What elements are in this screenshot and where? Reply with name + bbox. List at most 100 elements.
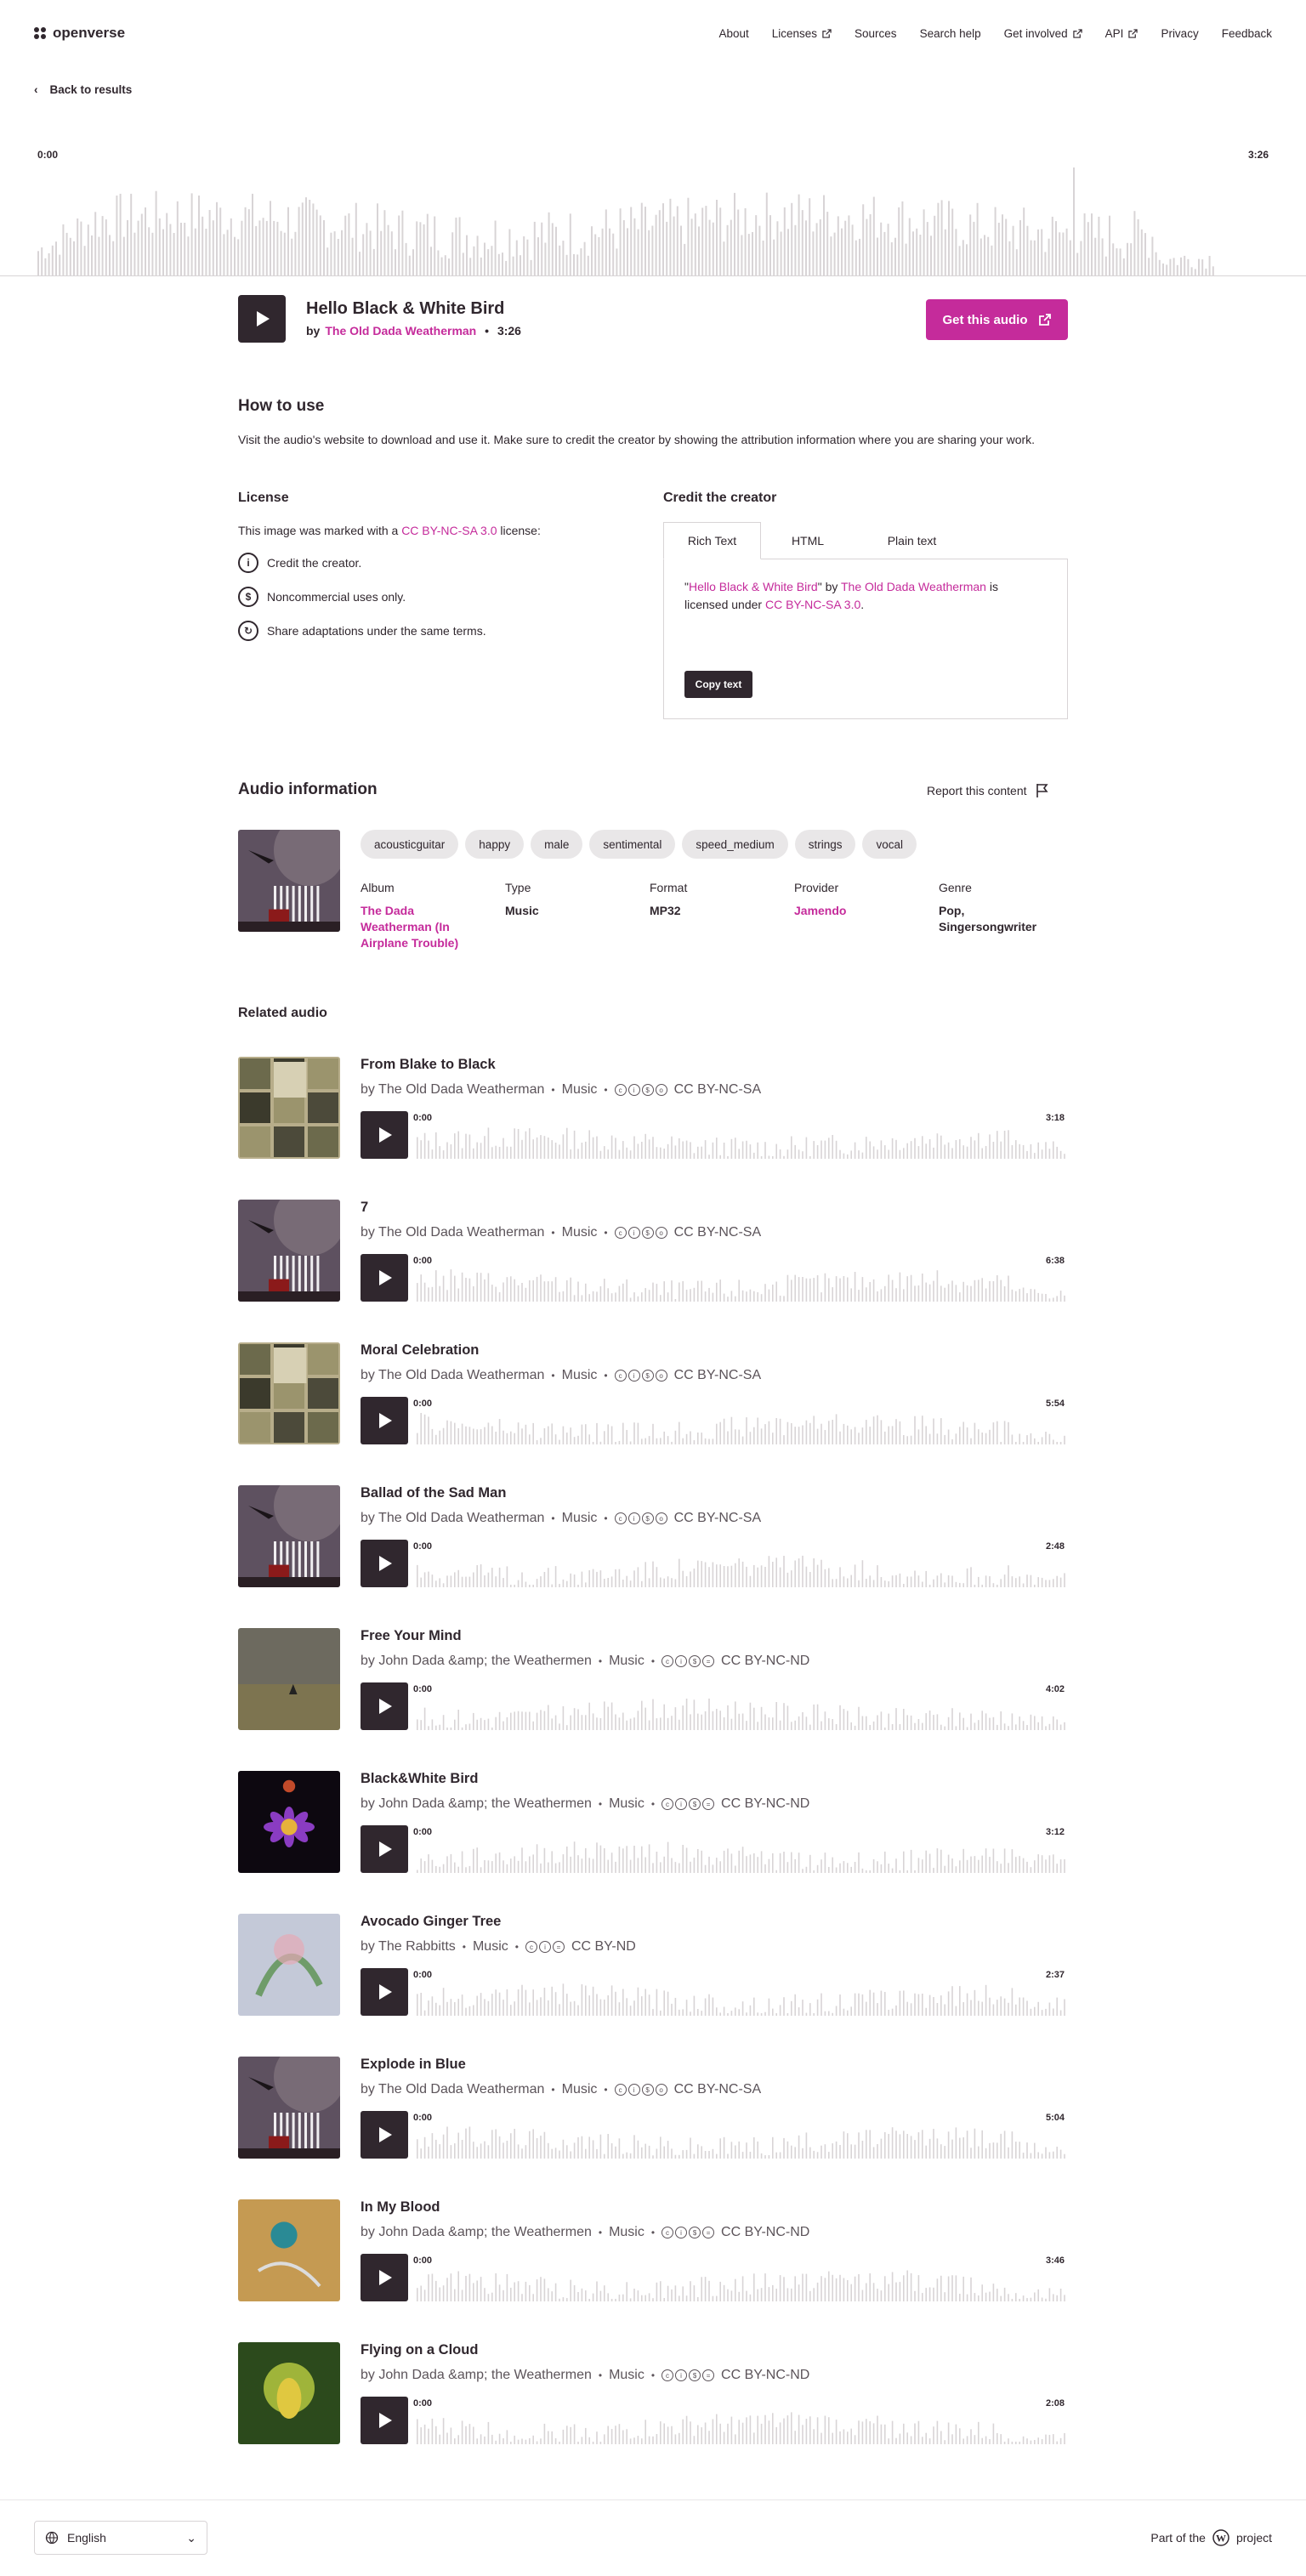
waveform-bar — [442, 1275, 445, 1302]
related-audio-item[interactable]: In My Blood by John Dada &amp; the Weathe… — [238, 2199, 1068, 2302]
waveform-bar — [1205, 268, 1207, 276]
nav-sources[interactable]: Sources — [855, 27, 897, 40]
related-play-button[interactable] — [361, 1540, 408, 1587]
tab-rich-text[interactable]: Rich Text — [663, 522, 761, 559]
waveform-bar — [951, 1575, 953, 1587]
related-waveform[interactable] — [410, 1540, 1068, 1587]
related-artwork[interactable] — [238, 1628, 340, 1730]
tag-strings[interactable]: strings — [794, 830, 856, 859]
main-play-button[interactable] — [238, 295, 286, 343]
related-audio-item[interactable]: Avocado Ginger Tree by The Rabbitts • Music… — [238, 1914, 1068, 2017]
related-play-button[interactable] — [361, 1111, 408, 1159]
related-waveform[interactable] — [410, 1254, 1068, 1302]
related-audio-item[interactable]: Free Your Mind by John Dada &amp; the Wea… — [238, 1628, 1068, 1731]
related-audio-item[interactable]: Ballad of the Sad Man by The Old Dada Wea… — [238, 1485, 1068, 1588]
waveform-bar — [1022, 1144, 1025, 1159]
tag-speed_medium[interactable]: speed_medium — [682, 830, 788, 859]
nav-api[interactable]: API — [1105, 27, 1138, 40]
language-select[interactable]: English ⌄ — [34, 2521, 207, 2555]
tag-happy[interactable]: happy — [465, 830, 525, 859]
related-waveform[interactable] — [410, 1111, 1068, 1159]
waveform-bar — [1000, 1279, 1002, 1302]
related-play-button[interactable] — [361, 2254, 408, 2301]
waveform-bar — [708, 1155, 710, 1159]
related-audio-item[interactable]: Flying on a Cloud by John Dada &amp; the … — [238, 2342, 1068, 2445]
related-title[interactable]: Ballad of the Sad Man — [361, 1485, 506, 1501]
related-waveform[interactable] — [410, 1682, 1068, 1730]
waveform-bar — [679, 2009, 680, 2016]
tab-html[interactable]: HTML — [761, 522, 855, 559]
related-waveform[interactable] — [410, 1825, 1068, 1873]
tab-plain-text[interactable]: Plain text — [855, 522, 969, 559]
attr-license-link[interactable]: CC BY-NC-SA 3.0 — [765, 598, 860, 611]
related-title[interactable]: 7 — [361, 1200, 368, 1216]
play-icon — [379, 1841, 392, 1857]
related-waveform[interactable] — [410, 1968, 1068, 2016]
nav-privacy[interactable]: Privacy — [1161, 27, 1198, 40]
cc-license-icons: c i $ o — [614, 1084, 667, 1096]
back-to-results-link[interactable]: ‹ Back to results — [34, 83, 132, 96]
related-play-button[interactable] — [361, 1397, 408, 1444]
related-title[interactable]: From Blake to Black — [361, 1057, 496, 1073]
attr-title-link[interactable]: Hello Black & White Bird — [689, 580, 818, 593]
tag-vocal[interactable]: vocal — [862, 830, 917, 859]
waveform-bar — [622, 1989, 624, 2016]
get-this-audio-button[interactable]: Get this audio — [926, 299, 1068, 340]
related-audio-item[interactable]: Moral Celebration by The Old Dada Weather… — [238, 1342, 1068, 1445]
related-artwork[interactable] — [238, 2342, 340, 2444]
waveform-bar — [809, 1278, 811, 1302]
related-play-button[interactable] — [361, 1968, 408, 2016]
related-audio-item[interactable]: Explode in Blue by The Old Dada Weatherma… — [238, 2057, 1068, 2159]
main-waveform[interactable] — [0, 140, 1306, 276]
waveform-bar — [974, 1585, 976, 1587]
related-title[interactable]: Avocado Ginger Tree — [361, 1914, 501, 1930]
report-content-link[interactable]: Report this content — [927, 783, 1049, 798]
related-play-button[interactable] — [361, 1682, 408, 1730]
related-artwork[interactable] — [238, 1914, 340, 2016]
related-audio-item[interactable]: 7 by The Old Dada Weatherman • Music • c i $ o CC… — [238, 1200, 1068, 1302]
nav-about[interactable]: About — [718, 27, 748, 40]
related-artwork[interactable] — [238, 2057, 340, 2159]
related-waveform[interactable] — [410, 2111, 1068, 2159]
waveform-bar — [1022, 1583, 1025, 1587]
waveform-bar — [473, 2283, 474, 2301]
related-artwork[interactable] — [238, 1342, 340, 1444]
waveform-bar — [473, 2142, 474, 2159]
tag-sentimental[interactable]: sentimental — [589, 830, 676, 859]
related-artwork[interactable] — [238, 2199, 340, 2301]
tag-acousticguitar[interactable]: acousticguitar — [361, 830, 459, 859]
copy-text-button[interactable]: Copy text — [684, 671, 752, 698]
waveform-bar — [1051, 216, 1053, 276]
related-play-button[interactable] — [361, 1254, 408, 1302]
nav-search-help[interactable]: Search help — [920, 27, 981, 40]
attr-creator-link[interactable]: The Old Dada Weatherman — [841, 580, 986, 593]
related-artwork[interactable] — [238, 1200, 340, 1302]
related-play-button[interactable] — [361, 2111, 408, 2159]
nav-licenses[interactable]: Licenses — [772, 27, 832, 40]
related-play-button[interactable] — [361, 2397, 408, 2444]
related-title[interactable]: In My Blood — [361, 2199, 440, 2216]
license-link[interactable]: CC BY-NC-SA 3.0 — [401, 524, 497, 537]
related-play-button[interactable] — [361, 1825, 408, 1873]
related-title[interactable]: Flying on a Cloud — [361, 2342, 478, 2358]
related-artwork[interactable] — [238, 1057, 340, 1159]
related-waveform[interactable] — [410, 2254, 1068, 2301]
related-title[interactable]: Free Your Mind — [361, 1628, 462, 1644]
creator-link[interactable]: The Old Dada Weatherman — [325, 324, 476, 338]
related-audio-item[interactable]: From Blake to Black by The Old Dada Weath… — [238, 1057, 1068, 1160]
related-title[interactable]: Moral Celebration — [361, 1342, 479, 1359]
nav-get-involved[interactable]: Get involved — [1004, 27, 1082, 40]
related-artwork[interactable] — [238, 1771, 340, 1873]
related-waveform[interactable] — [410, 1397, 1068, 1444]
related-audio-item[interactable]: Black&White Bird by John Dada &amp; the W… — [238, 1771, 1068, 1874]
nav-feedback[interactable]: Feedback — [1222, 27, 1272, 40]
related-title[interactable]: Black&White Bird — [361, 1771, 478, 1787]
tag-male[interactable]: male — [531, 830, 583, 859]
related-artwork[interactable] — [238, 1485, 340, 1587]
wordpress-icon[interactable]: W — [1212, 2529, 1229, 2546]
openverse-logo[interactable]: openverse — [34, 25, 125, 42]
related-title[interactable]: Explode in Blue — [361, 2057, 466, 2073]
waveform-bar — [420, 1140, 422, 1159]
waveform-bar — [612, 233, 615, 276]
related-waveform[interactable] — [410, 2397, 1068, 2444]
